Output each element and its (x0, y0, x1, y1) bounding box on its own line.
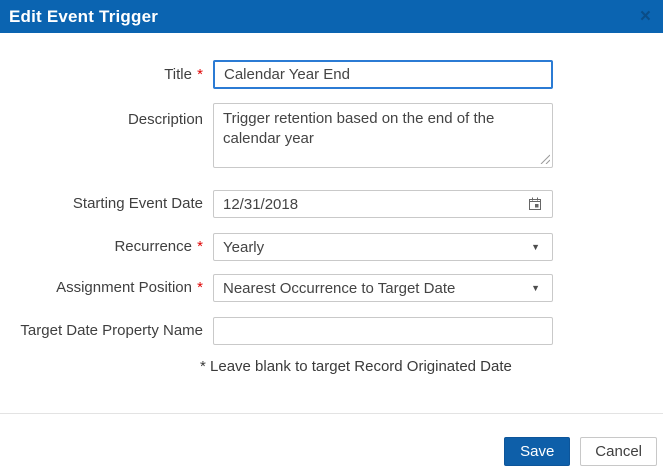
close-icon[interactable]: × (640, 7, 651, 26)
assignment-position-label: Assignment Position * (0, 279, 213, 297)
dialog-title: Edit Event Trigger (9, 7, 158, 27)
chevron-down-icon: ▼ (531, 284, 552, 293)
required-asterisk: * (197, 66, 203, 83)
starting-event-date-input[interactable]: 12/31/2018 (213, 190, 553, 218)
helper-note: * Leave blank to target Record Originate… (200, 358, 663, 376)
assignment-position-row: Assignment Position * Nearest Occurrence… (0, 274, 663, 302)
description-row: Description Trigger retention based on t… (0, 103, 663, 168)
title-input[interactable] (213, 60, 553, 89)
dialog-titlebar: Edit Event Trigger × (0, 0, 663, 33)
target-date-property-input[interactable] (213, 317, 553, 345)
required-asterisk: * (197, 279, 203, 296)
recurrence-select[interactable]: Yearly ▼ (213, 233, 553, 261)
dialog-footer: Save Cancel (0, 413, 663, 466)
starting-event-date-value[interactable]: 12/31/2018 (214, 196, 518, 213)
edit-event-trigger-dialog: Edit Event Trigger × Title * Description… (0, 0, 663, 474)
required-asterisk: * (197, 238, 203, 255)
recurrence-selected-value: Yearly (214, 239, 531, 256)
starting-event-date-label: Starting Event Date (0, 195, 213, 213)
description-textarea[interactable]: Trigger retention based on the end of th… (213, 103, 553, 168)
title-row: Title * (0, 60, 663, 89)
starting-event-date-row: Starting Event Date 12/31/2018 (0, 190, 663, 218)
recurrence-label: Recurrence * (0, 238, 213, 256)
recurrence-row: Recurrence * Yearly ▼ (0, 233, 663, 261)
resize-handle-icon[interactable] (540, 154, 550, 164)
chevron-down-icon: ▼ (531, 243, 552, 252)
target-date-property-row: Target Date Property Name (0, 317, 663, 345)
event-trigger-form: Title * Description Trigger retention ba… (0, 33, 663, 376)
assignment-position-selected-value: Nearest Occurrence to Target Date (214, 280, 531, 297)
save-button[interactable]: Save (504, 437, 570, 466)
calendar-icon[interactable] (518, 196, 552, 212)
assignment-position-select[interactable]: Nearest Occurrence to Target Date ▼ (213, 274, 553, 302)
title-label: Title * (0, 66, 213, 84)
description-label: Description (0, 103, 213, 129)
target-date-property-label: Target Date Property Name (0, 322, 213, 340)
cancel-button[interactable]: Cancel (580, 437, 657, 466)
